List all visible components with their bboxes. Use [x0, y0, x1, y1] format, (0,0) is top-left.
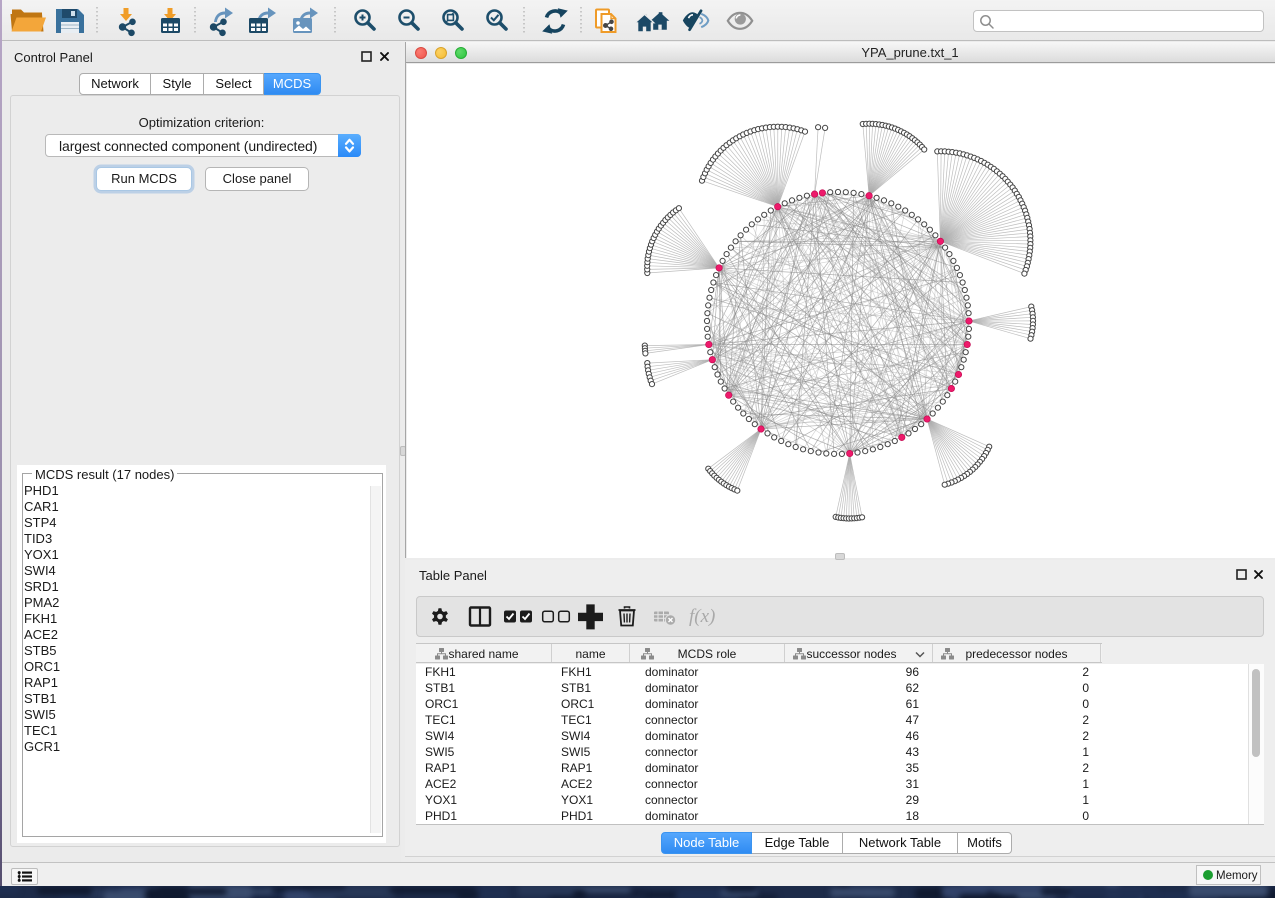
svg-text:f(x): f(x): [689, 606, 715, 627]
